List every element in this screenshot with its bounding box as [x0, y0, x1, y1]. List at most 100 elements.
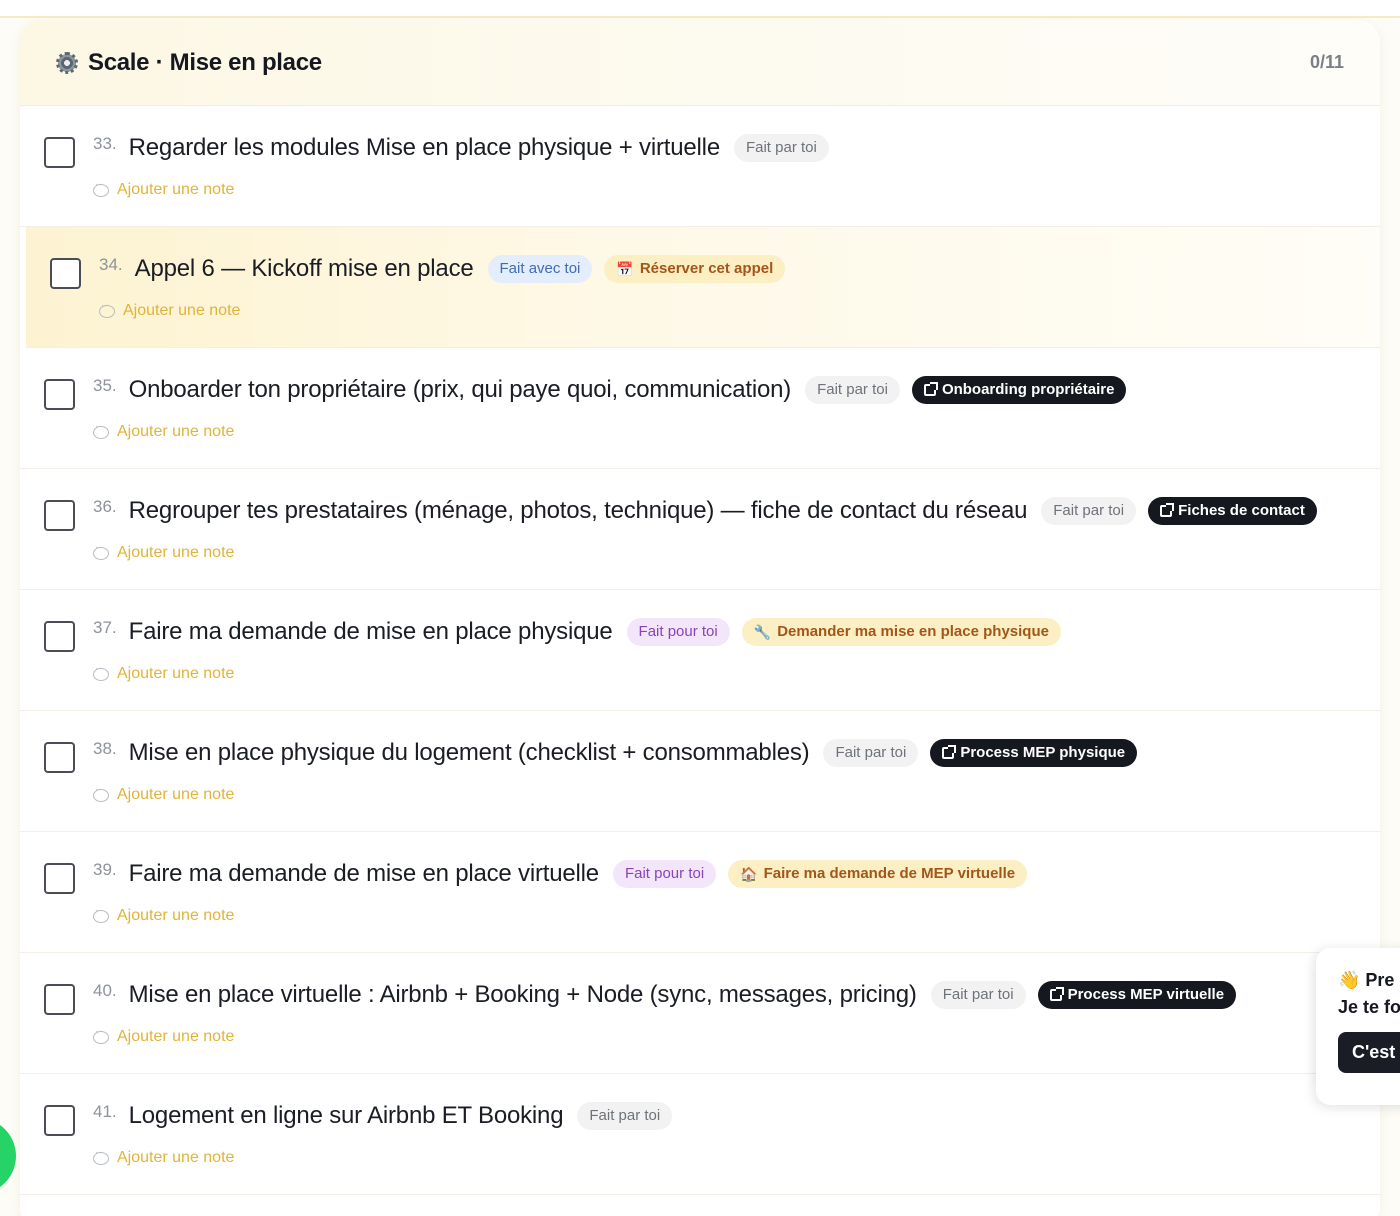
task-title: Regarder les modules Mise en place physi… [128, 134, 721, 161]
comment-icon [93, 905, 109, 923]
action-emoji-icon: 📅 [616, 261, 634, 277]
task-header: 41. Logement en ligne sur Airbnb ET Booki… [93, 1102, 684, 1130]
task-header: 37. Faire ma demande de mise en place phy… [93, 618, 1061, 646]
task-checkbox[interactable] [44, 863, 75, 894]
task-header: 33. Regarder les modules Mise en place ph… [93, 134, 841, 162]
task-action-label: Demander ma mise en place physique [777, 623, 1049, 640]
add-note-label: Ajouter une note [123, 302, 241, 319]
chat-launcher-button[interactable] [0, 1118, 16, 1194]
task-type-badge: Fait par toi [1041, 497, 1137, 525]
add-note-label: Ajouter une note [117, 181, 235, 198]
task-checkbox[interactable] [44, 1105, 75, 1136]
task-row: 34. Appel 6 — Kickoff mise en place Fait a… [26, 227, 1380, 348]
chat-popup: 👋 Pre Je te fo C'est [1316, 948, 1400, 1105]
task-number: 39. [93, 860, 117, 879]
add-note-label: Ajouter une note [117, 423, 235, 440]
task-type-badge: Fait par toi [805, 376, 900, 404]
top-bar [0, 0, 1400, 18]
add-note-label: Ajouter une note [117, 907, 235, 924]
task-checkbox[interactable] [44, 137, 75, 168]
add-note-link[interactable]: Ajouter une note [93, 663, 235, 683]
task-title: Onboarder ton propriétaire (prix, qui pa… [128, 376, 792, 403]
task-action-label: Fiches de contact [1178, 502, 1305, 519]
task-header: 34. Appel 6 — Kickoff mise en place Fait a… [99, 255, 786, 283]
task-title: Mise en place physique du logement (chec… [128, 739, 810, 766]
task-type-badge: Fait pour toi [626, 618, 730, 646]
task-row: 33. Regarder les modules Mise en place ph… [20, 106, 1380, 227]
task-row: 41. Logement en ligne sur Airbnb ET Booki… [20, 1074, 1380, 1195]
task-action-button[interactable]: Process MEP virtuelle [1037, 981, 1237, 1009]
task-title: Mise en place virtuelle : Airbnb + Booki… [128, 981, 917, 1008]
task-header: 40. Mise en place virtuelle : Airbnb + Bo… [93, 981, 1237, 1009]
progress-counter: 0/11 [1309, 52, 1344, 72]
add-note-label: Ajouter une note [117, 665, 235, 682]
task-action-button[interactable]: Fiches de contact [1148, 497, 1317, 525]
task-checkbox[interactable] [50, 258, 81, 289]
task-type-badge: Fait par toi [930, 981, 1026, 1009]
add-note-label: Ajouter une note [117, 544, 235, 561]
task-type-badge: Fait avec toi [487, 255, 593, 283]
external-link-icon [923, 382, 938, 396]
add-note-link[interactable]: Ajouter une note [93, 542, 235, 562]
checklist-section: Scale · Mise en place 0/11 33. Regarder l… [20, 20, 1380, 1216]
task-title: Faire ma demande de mise en place virtue… [128, 860, 600, 887]
task-checkbox[interactable] [44, 742, 75, 773]
task-number: 37. [93, 618, 117, 637]
task-checkbox[interactable] [44, 379, 75, 410]
task-action-label: Process MEP virtuelle [1067, 986, 1225, 1003]
add-note-label: Ajouter une note [117, 1149, 235, 1166]
comment-icon [93, 784, 109, 802]
section-header[interactable]: Scale · Mise en place 0/11 [20, 20, 1380, 106]
task-action-label: Onboarding propriétaire [941, 381, 1115, 398]
task-type-badge: Fait par toi [823, 739, 919, 767]
add-note-label: Ajouter une note [117, 786, 235, 803]
task-header: 35. Onboarder ton propriétaire (prix, qui… [93, 376, 1127, 404]
add-note-link[interactable]: Ajouter une note [93, 905, 235, 925]
task-list: 33. Regarder les modules Mise en place ph… [20, 106, 1380, 1195]
task-title: Faire ma demande de mise en place physiq… [128, 618, 613, 645]
task-action-label: Réserver cet appel [639, 260, 774, 277]
add-note-link[interactable]: Ajouter une note [93, 179, 235, 199]
task-checkbox[interactable] [44, 500, 75, 531]
task-action-label: Process MEP physique [960, 744, 1126, 761]
task-row: 38. Mise en place physique du logement (c… [20, 711, 1380, 832]
action-emoji-icon: 🏠 [740, 866, 758, 882]
task-type-badge: Fait par toi [733, 134, 829, 162]
add-note-link[interactable]: Ajouter une note [93, 1026, 235, 1046]
task-action-button[interactable]: Process MEP physique [930, 739, 1138, 767]
task-action-label: Faire ma demande de MEP virtuelle [763, 865, 1016, 882]
popup-button[interactable]: C'est [1338, 1032, 1400, 1073]
task-number: 36. [93, 497, 117, 516]
task-row: 35. Onboarder ton propriétaire (prix, qui… [20, 348, 1380, 469]
task-row: 40. Mise en place virtuelle : Airbnb + Bo… [20, 953, 1380, 1074]
task-number: 34. [99, 255, 123, 274]
task-title: Regrouper tes prestataires (ménage, phot… [128, 497, 1028, 524]
task-header: 39. Faire ma demande de mise en place vir… [93, 860, 1028, 888]
task-title: Logement en ligne sur Airbnb ET Booking [128, 1102, 564, 1129]
comment-icon [93, 663, 109, 681]
add-note-link[interactable]: Ajouter une note [93, 784, 235, 804]
add-note-link[interactable]: Ajouter une note [99, 300, 241, 320]
task-type-badge: Fait pour toi [612, 860, 717, 888]
task-checkbox[interactable] [44, 621, 75, 652]
external-link-icon [1160, 503, 1175, 517]
comment-icon [93, 179, 109, 197]
external-link-icon [942, 745, 957, 759]
add-note-link[interactable]: Ajouter une note [93, 1147, 235, 1167]
task-checkbox[interactable] [44, 984, 75, 1015]
task-action-button[interactable]: 🏠 Faire ma demande de MEP virtuelle [728, 860, 1028, 888]
gear-icon [56, 51, 78, 74]
add-note-link[interactable]: Ajouter une note [93, 421, 235, 441]
section-title-group: Scale · Mise en place [56, 49, 322, 77]
task-action-button[interactable]: Onboarding propriétaire [911, 376, 1127, 404]
task-action-button[interactable]: 📅 Réserver cet appel [604, 255, 786, 283]
add-note-label: Ajouter une note [117, 1028, 235, 1045]
task-number: 38. [93, 739, 117, 758]
task-title: Appel 6 — Kickoff mise en place [134, 255, 474, 282]
popup-message: Je te fo [1338, 997, 1400, 1017]
comment-icon [93, 421, 109, 439]
task-type-badge: Fait par toi [577, 1102, 673, 1130]
task-action-button[interactable]: 🔧 Demander ma mise en place physique [741, 618, 1061, 646]
task-row: 36. Regrouper tes prestataires (ménage, p… [20, 469, 1380, 590]
external-link-icon [1049, 987, 1064, 1001]
